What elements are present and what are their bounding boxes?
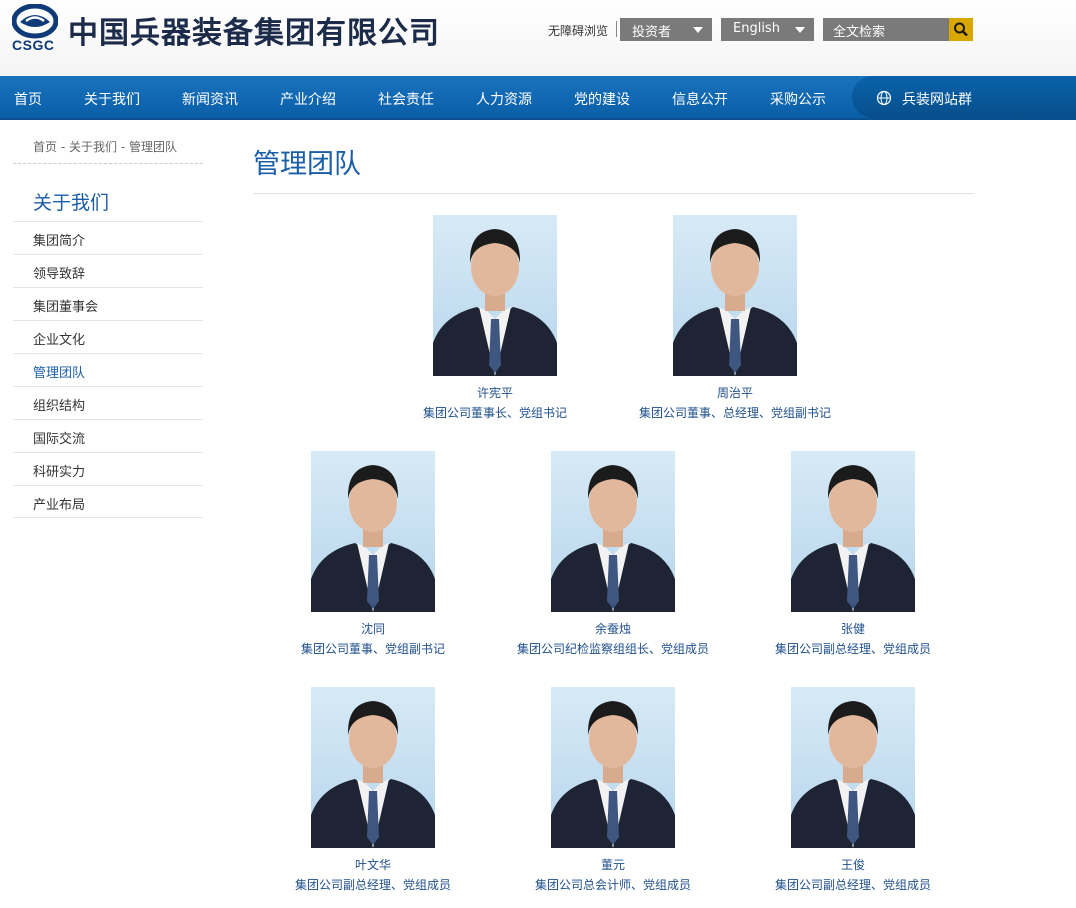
search-icon — [954, 22, 968, 37]
portrait-photo[interactable] — [791, 451, 915, 612]
sidebar-item-research[interactable]: 科研实力 — [13, 452, 203, 485]
member-name[interactable]: 张健 — [733, 621, 973, 637]
sidebar-item-management-team[interactable]: 管理团队 — [13, 353, 203, 386]
member-name[interactable]: 余蚕烛 — [493, 621, 733, 637]
sidebar-item-org-structure[interactable]: 组织结构 — [13, 386, 203, 419]
search-button[interactable] — [949, 18, 973, 41]
member-role: 集团公司总会计师、党组成员 — [534, 878, 691, 892]
member-name[interactable]: 董元 — [493, 857, 733, 873]
nav-item-party[interactable]: 党的建设 — [574, 89, 630, 109]
member-name[interactable]: 许宪平 — [375, 385, 615, 401]
nav-item-procurement[interactable]: 采购公示 — [770, 89, 826, 109]
breadcrumb: 首页 - 关于我们 - 管理团队 — [33, 138, 177, 155]
sidebar-item-industry-layout[interactable]: 产业布局 — [13, 485, 203, 518]
member-role: 集团公司纪检监察组组长、党组成员 — [516, 642, 709, 656]
globe-icon — [876, 90, 892, 106]
nav-item-hr[interactable]: 人力资源 — [476, 89, 532, 109]
breadcrumb-home[interactable]: 首页 — [33, 140, 57, 154]
accessibility-link[interactable]: 无障碍浏览 — [548, 22, 608, 39]
portrait-photo[interactable] — [551, 687, 675, 848]
sidebar-item-group-intro[interactable]: 集团简介 — [13, 221, 203, 254]
portrait-photo[interactable] — [433, 215, 557, 376]
team-member-card[interactable]: 叶文华 集团公司副总经理、党组成员 — [253, 687, 493, 893]
logo-text: CSGC — [12, 37, 55, 53]
search-input[interactable]: 全文检索 — [823, 18, 949, 41]
member-role: 集团公司董事、党组副书记 — [300, 642, 445, 656]
member-name[interactable]: 周治平 — [615, 385, 855, 401]
member-role: 集团公司副总经理、党组成员 — [774, 642, 931, 656]
member-name[interactable]: 王俊 — [733, 857, 973, 873]
team-member-card[interactable]: 董元 集团公司总会计师、党组成员 — [493, 687, 733, 893]
team-member-card[interactable]: 沈同 集团公司董事、党组副书记 — [253, 451, 493, 657]
sidebar-item-leader-message[interactable]: 领导致辞 — [13, 254, 203, 287]
breadcrumb-about[interactable]: 关于我们 — [69, 140, 117, 154]
company-name[interactable]: 中国兵器装备集团有限公司 — [68, 8, 440, 52]
nav-item-about[interactable]: 关于我们 — [84, 89, 140, 109]
nav-item-disclosure[interactable]: 信息公开 — [672, 89, 728, 109]
portrait-photo[interactable] — [673, 215, 797, 376]
language-dropdown-label: English — [733, 21, 780, 36]
divider — [253, 193, 974, 194]
main-nav: 首页 关于我们 新闻资讯 产业介绍 社会责任 人力资源 党的建设 信息公开 采购… — [0, 76, 1076, 120]
member-name[interactable]: 叶文华 — [253, 857, 493, 873]
member-role: 集团公司副总经理、党组成员 — [774, 878, 931, 892]
breadcrumb-separator: - — [60, 140, 66, 154]
site-group-link[interactable]: 兵装网站群 — [852, 76, 1076, 118]
investor-dropdown[interactable]: 投资者 — [620, 18, 712, 41]
nav-item-news[interactable]: 新闻资讯 — [182, 89, 238, 109]
portrait-photo[interactable] — [791, 687, 915, 848]
team-member-card[interactable]: 余蚕烛 集团公司纪检监察组组长、党组成员 — [493, 451, 733, 657]
page-title: 管理团队 — [253, 149, 361, 180]
language-dropdown[interactable]: English — [721, 18, 814, 41]
sidebar-item-international[interactable]: 国际交流 — [13, 419, 203, 452]
member-name[interactable]: 沈同 — [253, 621, 493, 637]
sidebar-title: 关于我们 — [33, 192, 110, 214]
team-member-card[interactable]: 王俊 集团公司副总经理、党组成员 — [733, 687, 973, 893]
site-header: CSGC 中国兵器装备集团有限公司 无障碍浏览 投资者 English 全文检索 — [0, 0, 1076, 76]
team-member-card[interactable]: 周治平 集团公司董事、总经理、党组副书记 — [615, 215, 855, 421]
member-role: 集团公司副总经理、党组成员 — [294, 878, 451, 892]
chevron-down-icon — [795, 27, 805, 33]
portrait-photo[interactable] — [311, 451, 435, 612]
team-member-card[interactable]: 许宪平 集团公司董事长、党组书记 — [375, 215, 615, 421]
nav-item-home[interactable]: 首页 — [14, 89, 42, 109]
sidebar-item-board[interactable]: 集团董事会 — [13, 287, 203, 320]
member-role: 集团公司董事长、党组书记 — [422, 406, 567, 420]
chevron-down-icon — [693, 27, 703, 33]
breadcrumb-current: 管理团队 — [129, 140, 178, 154]
sidebar-item-culture[interactable]: 企业文化 — [13, 320, 203, 353]
sidebar-menu: 集团简介 领导致辞 集团董事会 企业文化 管理团队 组织结构 国际交流 科研实力… — [13, 221, 203, 518]
divider — [616, 21, 617, 37]
portrait-photo[interactable] — [311, 687, 435, 848]
portrait-photo[interactable] — [551, 451, 675, 612]
investor-dropdown-label: 投资者 — [632, 25, 672, 40]
member-role: 集团公司董事、总经理、党组副书记 — [638, 406, 831, 420]
nav-item-responsibility[interactable]: 社会责任 — [378, 89, 434, 109]
nav-item-industry[interactable]: 产业介绍 — [280, 89, 336, 109]
team-member-card[interactable]: 张健 集团公司副总经理、党组成员 — [733, 451, 973, 657]
divider — [13, 163, 203, 164]
site-group-label: 兵装网站群 — [902, 92, 972, 108]
breadcrumb-separator: - — [120, 140, 126, 154]
